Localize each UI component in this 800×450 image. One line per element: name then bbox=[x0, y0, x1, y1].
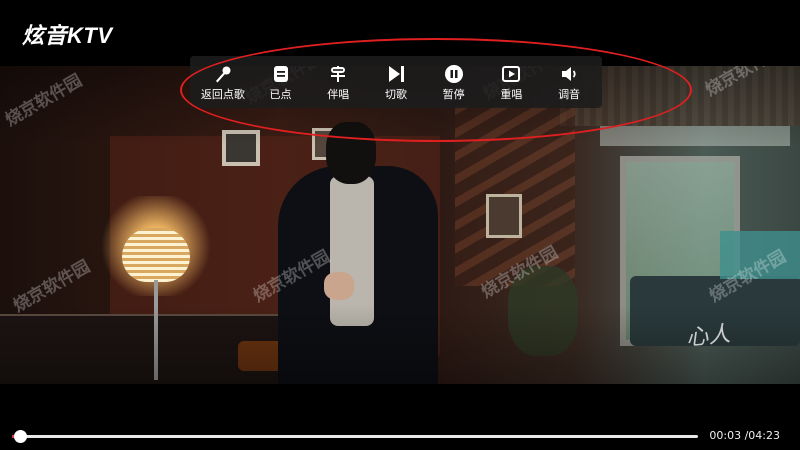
video-logo-mark: 心人 bbox=[685, 321, 732, 352]
highlight-annotation bbox=[180, 38, 692, 142]
time-display: 00:03 /04:23 bbox=[709, 429, 780, 442]
app-title: 炫音KTV bbox=[22, 23, 113, 48]
progress-bar[interactable] bbox=[12, 430, 698, 443]
progress-thumb[interactable] bbox=[13, 430, 27, 443]
